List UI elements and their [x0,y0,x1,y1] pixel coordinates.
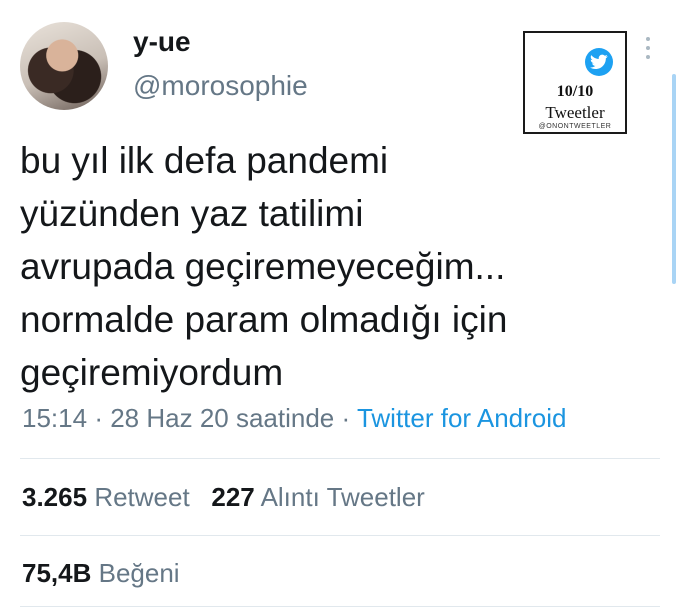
quotes-link[interactable]: 227 Alıntı Tweetler [211,482,424,512]
meta-separator: · [94,403,103,433]
likes-label: Beğeni [98,558,180,588]
avatar[interactable] [20,22,108,110]
tweet-line: geçiremiyordum [20,352,284,393]
tweet-line: normalde param olmadığı için [20,299,508,340]
twitter-bird-icon [585,48,613,76]
meta-separator: · [341,403,351,433]
divider [20,606,660,607]
retweets-link[interactable]: 3.265 Retweet [22,482,190,512]
badge-score: 10/10 [556,83,594,100]
tweet-line: avrupada geçiremeyeceğim... [20,246,506,287]
retweet-stats: 3.265 Retweet 227 Alıntı Tweetler [22,482,425,513]
tweet-date[interactable]: 28 Haz 20 saatinde [110,403,334,433]
display-name[interactable]: y-ue [133,26,191,58]
tweet-source-link[interactable]: Twitter for Android [357,403,567,433]
likes-stats: 75,4B Beğeni [22,558,180,589]
more-options-icon[interactable] [645,37,651,59]
likes-link[interactable]: 75,4B Beğeni [22,558,180,588]
quotes-label: Alıntı Tweetler [260,482,425,512]
badge-label: Tweetler [545,103,605,122]
divider [20,535,660,536]
tweet-meta: 15:14 · 28 Haz 20 saatinde · Twitter for… [22,403,566,434]
likes-count: 75,4B [22,558,92,588]
tweet-text: bu yıl ilk defa pandemi yüzünden yaz tat… [20,134,660,399]
retweets-count: 3.265 [22,482,88,512]
badge-account: @ONONTWEETLER [538,123,612,130]
tweet-line: bu yıl ilk defa pandemi [20,140,389,181]
retweets-label: Retweet [94,482,190,512]
tweet-time[interactable]: 15:14 [22,403,87,433]
divider [20,458,660,459]
scrollbar[interactable] [672,74,676,284]
quotes-count: 227 [211,482,255,512]
user-handle[interactable]: @morosophie [133,70,308,102]
tweet-line: yüzünden yaz tatilimi [20,193,364,234]
tweet-rating-badge: 10/10 Tweetler @ONONTWEETLER [523,31,627,134]
